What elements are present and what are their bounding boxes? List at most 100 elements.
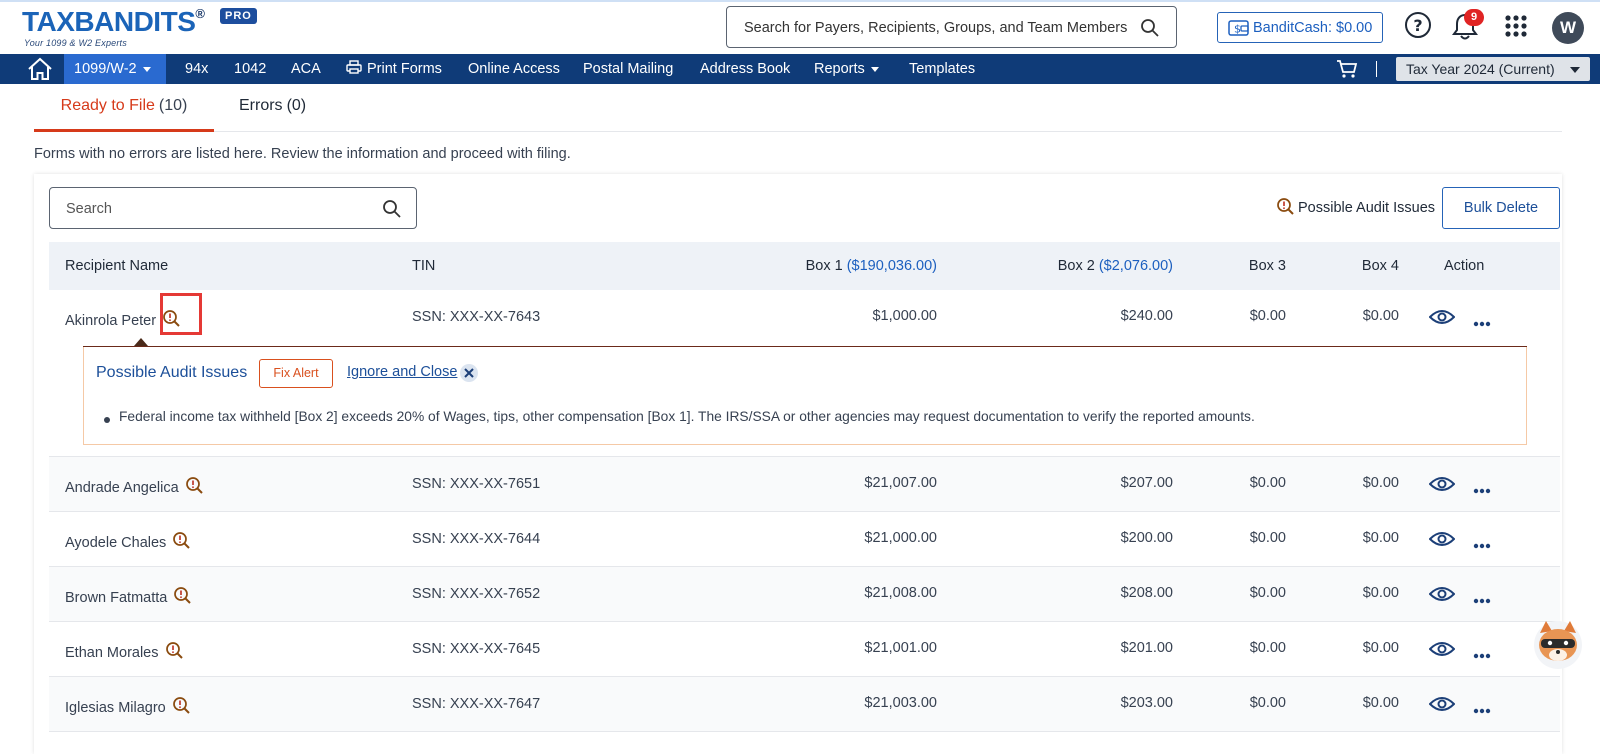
tab-errors[interactable]: Errors (0) (239, 86, 306, 132)
nav-aca[interactable]: ACA (291, 54, 321, 84)
close-icon[interactable] (460, 364, 478, 382)
view-eye-icon[interactable] (1428, 308, 1456, 331)
global-search-placeholder: Search for Payers, Recipients, Groups, a… (744, 20, 1128, 36)
nav-1099-w2[interactable]: 1099/W-2 (64, 54, 166, 84)
box4-cell: $0.00 (1362, 308, 1399, 324)
box2-cell: $203.00 (1120, 695, 1173, 711)
nav-94x[interactable]: 94x (185, 54, 208, 84)
audit-message: Federal income tax withheld [Box 2] exce… (119, 409, 1255, 424)
more-options-icon[interactable] (1473, 481, 1491, 499)
logo-wordmark: TAXBANDITS® (22, 6, 205, 37)
recipient-search-placeholder: Search (66, 201, 112, 217)
svg-text:$: $ (1234, 23, 1241, 36)
nav-print-forms[interactable]: Print Forms (346, 54, 442, 84)
col-action: Action (1444, 258, 1485, 274)
recipient-search-input[interactable]: Search (49, 187, 417, 229)
global-search-input[interactable]: Search for Payers, Recipients, Groups, a… (726, 6, 1177, 48)
home-icon[interactable] (20, 54, 60, 84)
chevron-down-icon (142, 66, 151, 72)
table-header: Recipient Name TIN Box 1 ($190,036.00) B… (49, 242, 1560, 290)
tin-cell: SSN: XXX-XX-7645 (412, 641, 541, 657)
recipient-name-cell: Ethan Morales (65, 641, 185, 665)
table-row: Ayodele Chales SSN: XXX-XX-7644 $21,000.… (49, 512, 1560, 567)
box3-cell: $0.00 (1249, 530, 1286, 546)
col-box2: Box 2 ($2,076.00) (1057, 258, 1173, 274)
table-row: Ethan Morales SSN: XXX-XX-7645 $21,001.0… (49, 622, 1560, 677)
recipient-name-cell: Ayodele Chales (65, 531, 192, 555)
search-icon[interactable] (1140, 18, 1160, 43)
box4-cell: $0.00 (1362, 640, 1399, 656)
tin-cell: SSN: XXX-XX-7647 (412, 696, 541, 712)
audit-magnifier-icon[interactable] (172, 531, 192, 555)
box4-cell: $0.00 (1362, 530, 1399, 546)
box3-cell: $0.00 (1249, 585, 1286, 601)
box1-cell: $1,000.00 (872, 308, 937, 324)
audit-magnifier-icon[interactable] (173, 586, 193, 610)
more-options-icon[interactable] (1473, 536, 1491, 554)
box1-cell: $21,003.00 (864, 695, 937, 711)
nav-1042[interactable]: 1042 (234, 54, 266, 84)
box2-cell: $208.00 (1120, 585, 1173, 601)
view-eye-icon[interactable] (1428, 640, 1456, 663)
recipient-name-cell: Andrade Angelica (65, 476, 205, 500)
box3-cell: $0.00 (1249, 475, 1286, 491)
apps-grid-icon[interactable] (1504, 14, 1528, 43)
nav-postal-mailing[interactable]: Postal Mailing (583, 54, 673, 84)
recipient-name-cell: Brown Fatmatta (65, 586, 193, 610)
audit-magnifier-icon[interactable] (165, 641, 185, 665)
tax-year-select[interactable]: Tax Year 2024 (Current) (1396, 57, 1590, 81)
ignore-and-close-link[interactable]: Ignore and Close (347, 364, 457, 380)
more-options-icon[interactable] (1473, 591, 1491, 609)
table-row: Andrade Angelica SSN: XXX-XX-7651 $21,00… (49, 457, 1560, 512)
audit-magnifier-icon (1276, 197, 1296, 222)
audit-issues-panel: Possible Audit Issues Fix Alert Ignore a… (83, 347, 1527, 445)
box2-cell: $240.00 (1120, 308, 1173, 324)
nav-address-book[interactable]: Address Book (700, 54, 790, 84)
box2-cell: $201.00 (1120, 640, 1173, 656)
svg-text:?: ? (1413, 16, 1422, 35)
box3-cell: $0.00 (1249, 640, 1286, 656)
printer-icon (346, 60, 362, 74)
box1-cell: $21,000.00 (864, 530, 937, 546)
col-box3: Box 3 (1248, 258, 1286, 274)
box4-cell: $0.00 (1362, 585, 1399, 601)
bandit-cash-button[interactable]: $ BanditCash: $0.00 (1217, 12, 1383, 43)
chat-assistant-mascot[interactable] (1530, 615, 1586, 671)
pro-badge: PRO (220, 8, 257, 24)
fix-alert-button[interactable]: Fix Alert (259, 359, 333, 388)
box3-cell: $0.00 (1249, 695, 1286, 711)
box2-cell: $200.00 (1120, 530, 1173, 546)
more-options-icon[interactable] (1473, 701, 1491, 719)
box3-cell: $0.00 (1249, 308, 1286, 324)
notification-count-badge: 9 (1464, 9, 1484, 26)
col-box1: Box 1 ($190,036.00) (805, 258, 937, 274)
view-eye-icon[interactable] (1428, 475, 1456, 498)
page-description: Forms with no errors are listed here. Re… (34, 146, 571, 162)
col-box4: Box 4 (1361, 258, 1399, 274)
view-eye-icon[interactable] (1428, 530, 1456, 553)
audit-magnifier-icon[interactable] (172, 696, 192, 720)
more-options-icon[interactable] (1473, 314, 1491, 332)
audit-icon-highlight (160, 293, 202, 335)
filing-tabs: Ready to File (10) Errors (0) (34, 86, 1562, 132)
nav-templates[interactable]: Templates (909, 54, 975, 84)
nav-reports[interactable]: Reports (814, 54, 879, 84)
box4-cell: $0.00 (1362, 695, 1399, 711)
col-tin: TIN (412, 258, 436, 274)
audit-magnifier-icon[interactable] (185, 476, 205, 500)
bulk-delete-button[interactable]: Bulk Delete (1442, 187, 1560, 229)
tab-ready-to-file[interactable]: Ready to File (10) (34, 86, 214, 132)
user-avatar[interactable]: W (1552, 12, 1584, 44)
cart-icon[interactable] (1336, 58, 1358, 85)
search-icon[interactable] (382, 199, 402, 224)
help-icon[interactable]: ? (1403, 10, 1433, 45)
chevron-down-icon (1570, 67, 1580, 73)
more-options-icon[interactable] (1473, 646, 1491, 664)
audit-panel-title: Possible Audit Issues (96, 364, 248, 381)
view-eye-icon[interactable] (1428, 695, 1456, 718)
col-recipient-name[interactable]: Recipient Name (65, 258, 168, 274)
view-eye-icon[interactable] (1428, 585, 1456, 608)
nav-online-access[interactable]: Online Access (468, 54, 560, 84)
box1-cell: $21,007.00 (864, 475, 937, 491)
tin-cell: SSN: XXX-XX-7652 (412, 586, 541, 602)
